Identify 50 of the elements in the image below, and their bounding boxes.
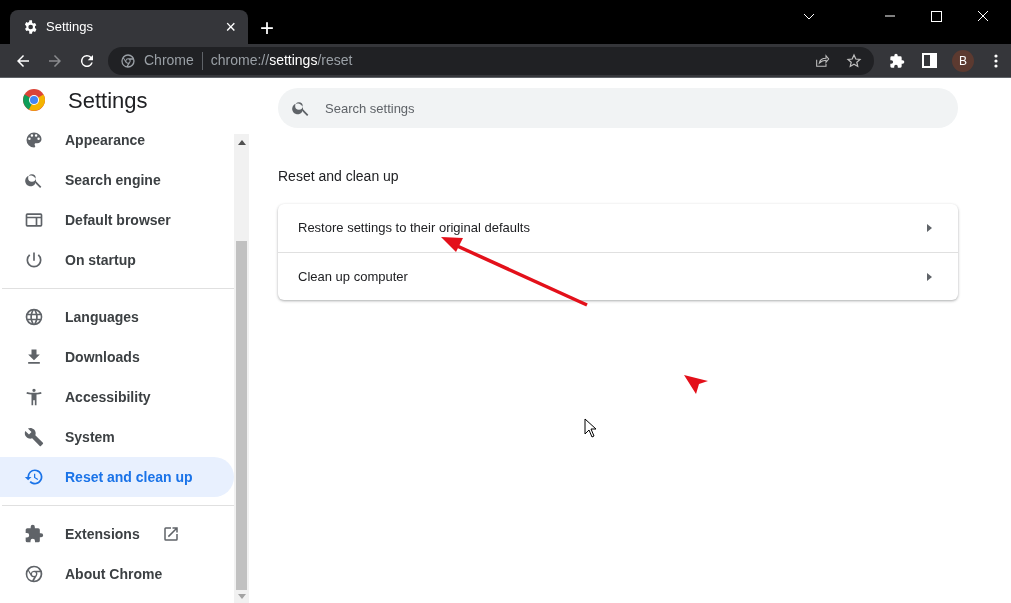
sidebar-item[interactable]: Default browser (0, 200, 234, 240)
chrome-logo-icon (22, 88, 46, 112)
caret-icon (927, 224, 932, 232)
sidebar-item[interactable]: System (0, 417, 234, 457)
sidebar-item[interactable]: Reset and clean up (0, 457, 234, 497)
wrench-icon (24, 427, 44, 447)
profile-avatar[interactable]: B (952, 49, 974, 72)
settings-row[interactable]: Restore settings to their original defaults (278, 204, 958, 252)
side-panel-icon[interactable] (922, 53, 937, 68)
tab-title: Settings (46, 18, 94, 37)
mouse-cursor-icon (584, 418, 597, 438)
maximize-icon[interactable] (931, 10, 942, 22)
sidebar-item[interactable]: On startup (0, 240, 234, 280)
sidebar-item[interactable]: About Chrome (0, 554, 234, 594)
history-icon (24, 467, 44, 487)
caret-icon (927, 272, 932, 281)
globe-icon (24, 307, 44, 327)
close-icon[interactable] (977, 10, 989, 22)
sidebar-item[interactable]: Downloads (0, 337, 234, 377)
scrollbar[interactable] (234, 134, 249, 603)
tab-close-button[interactable]: × (225, 18, 236, 36)
section-heading: Reset and clean up (278, 167, 400, 186)
scrollbar-thumb[interactable] (236, 241, 247, 590)
share-icon[interactable] (814, 52, 830, 69)
star-icon[interactable] (846, 52, 862, 69)
settings-row[interactable]: Clean up computer (278, 252, 958, 300)
sidebar-item[interactable]: Languages (0, 297, 234, 337)
sidebar-item[interactable]: Search engine (0, 160, 234, 200)
new-tab-button[interactable]: + (260, 16, 274, 40)
extensions-icon (889, 52, 905, 69)
url-text: chrome://settings/reset (210, 51, 353, 70)
chrome-icon (24, 564, 44, 584)
browser-icon (24, 210, 44, 230)
chrome-icon (120, 52, 136, 69)
search-field[interactable]: Search settings (278, 88, 958, 128)
settings-title: Settings (68, 86, 148, 115)
gear-icon (22, 19, 38, 35)
pointer-icon (684, 375, 708, 395)
person-icon (24, 387, 44, 407)
site-label: Chrome (144, 51, 194, 70)
puzzle-icon (24, 524, 44, 544)
sidebar-item[interactable]: Accessibility (0, 377, 234, 417)
sidebar-item[interactable]: Appearance (0, 120, 234, 160)
sidebar-item[interactable]: Extensions (0, 514, 234, 554)
browser-tab[interactable]: Settings × (10, 10, 248, 44)
menu-icon[interactable] (994, 53, 998, 68)
address-bar[interactable]: Chrome chrome://settings/reset (108, 46, 874, 75)
scroll-up-icon[interactable] (237, 140, 246, 145)
palette-icon (24, 130, 44, 150)
power-icon (24, 250, 44, 270)
